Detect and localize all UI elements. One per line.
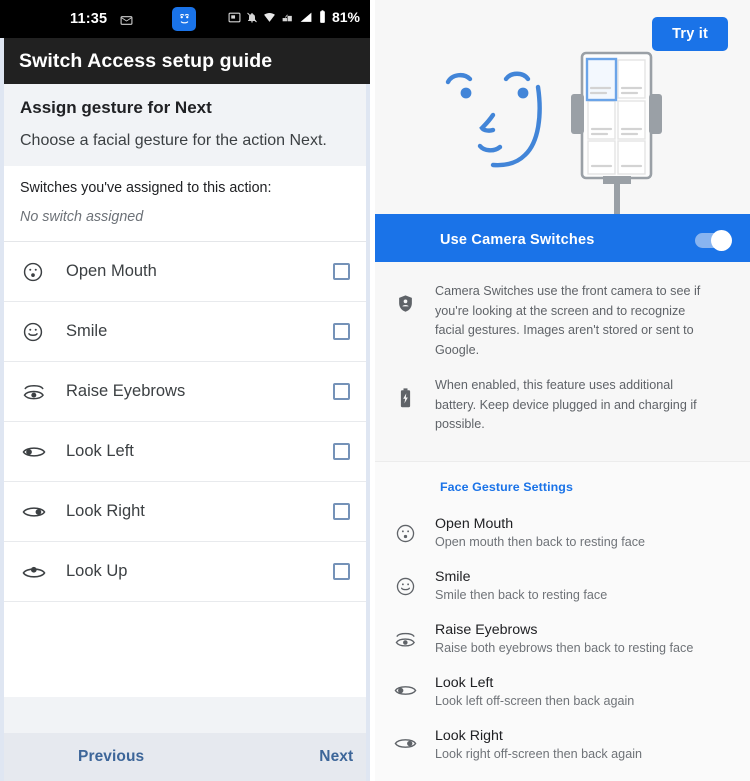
setting-desc: Smile then back to resting face <box>435 587 608 602</box>
status-bar-icons: 81% <box>228 9 360 25</box>
gesture-label: Open Mouth <box>66 262 157 280</box>
gesture-label: Look Left <box>66 442 134 460</box>
next-button[interactable]: Next <box>319 748 353 766</box>
use-camera-switches-label: Use Camera Switches <box>440 232 595 248</box>
info-block: Camera Switches use the front camera to … <box>375 262 750 462</box>
open-mouth-face-icon <box>22 261 56 283</box>
page-title: Switch Access setup guide <box>19 49 273 72</box>
setting-title: Look Right <box>435 727 503 744</box>
gesture-row-raise-eyebrows[interactable]: Raise Eyebrows <box>4 362 366 422</box>
setting-text: Smile Smile then back to resting face <box>435 569 732 602</box>
setting-text: Open Mouth Open mouth then back to resti… <box>435 516 732 549</box>
use-camera-switches-toggle[interactable] <box>695 229 732 251</box>
setting-row-smile[interactable]: Smile Smile then back to resting face <box>375 561 750 614</box>
shield-person-icon <box>375 282 435 360</box>
assign-gesture-heading: Assign gesture for Next <box>20 98 212 117</box>
gesture-checkbox[interactable] <box>333 443 350 460</box>
battery-icon <box>320 10 325 23</box>
section-title: Face Gesture Settings <box>440 479 573 494</box>
vpn-icon <box>282 14 292 21</box>
setting-title: Open Mouth <box>435 515 514 532</box>
gesture-row-open-mouth[interactable]: Open Mouth <box>4 242 366 302</box>
gesture-checkbox[interactable] <box>333 383 350 400</box>
battery-charging-icon <box>375 376 435 435</box>
gesture-checkbox[interactable] <box>333 503 350 520</box>
setting-title: Raise Eyebrows <box>435 621 538 638</box>
gesture-checkbox[interactable] <box>333 263 350 280</box>
use-camera-switches-row[interactable]: Use Camera Switches <box>375 218 750 262</box>
setting-text: Raise Eyebrows Raise both eyebrows then … <box>435 622 732 655</box>
setting-title: Smile <box>435 568 471 585</box>
left-panel-body: Assign gesture for Next Choose a facial … <box>0 84 370 781</box>
gesture-row-look-right[interactable]: Look Right <box>4 482 366 542</box>
gesture-checkbox[interactable] <box>333 323 350 340</box>
gesture-checkbox[interactable] <box>333 563 350 580</box>
gesture-row-look-left[interactable]: Look Left <box>4 422 366 482</box>
setting-row-look-up[interactable]: Look Up <box>375 773 750 781</box>
notifications-muted-icon <box>247 12 257 22</box>
gesture-label: Smile <box>66 322 108 340</box>
status-bar: 11:35 81% <box>0 0 370 38</box>
gesture-list: Open Mouth Smile Raise Eyebrows Look Lef… <box>4 241 366 697</box>
instruction-block: Assign gesture for Next Choose a facial … <box>4 84 366 166</box>
raise-eyebrows-eye-icon <box>22 381 56 403</box>
setting-title: Look Left <box>435 674 494 691</box>
info-text-privacy: Camera Switches use the front camera to … <box>435 284 701 357</box>
try-it-button[interactable]: Try it <box>652 17 728 51</box>
info-row-privacy: Camera Switches use the front camera to … <box>375 276 732 370</box>
app-bar: Switch Access setup guide <box>0 38 370 84</box>
hero-illustration-area: Try it <box>375 0 750 218</box>
face-gesture-icon <box>172 7 196 31</box>
assigned-switches-label: Switches you've assigned to this action: <box>20 180 272 196</box>
gesture-label: Look Up <box>66 562 128 580</box>
open-mouth-face-icon <box>375 516 435 544</box>
look-up-eye-icon <box>22 563 56 581</box>
assigned-switches-card: Switches you've assigned to this action:… <box>4 166 366 241</box>
signal-icon <box>300 12 312 22</box>
setting-desc: Open mouth then back to resting face <box>435 534 646 549</box>
gesture-label: Raise Eyebrows <box>66 382 186 400</box>
right-phone-screenshot: Try it Use Camera Switches Camera Switch… <box>375 0 750 781</box>
info-row-battery: When enabled, this feature uses addition… <box>375 370 732 445</box>
toggle-knob <box>711 229 732 251</box>
setting-row-look-left[interactable]: Look Left Look left off-screen then back… <box>375 667 750 720</box>
gesture-row-look-up[interactable]: Look Up <box>4 542 366 602</box>
setting-text: Look Right Look right off-screen then ba… <box>435 728 732 761</box>
left-phone-screenshot: 11:35 81% Switch Access setup guide Assi… <box>0 0 370 781</box>
setting-text: Look Left Look left off-screen then back… <box>435 675 732 708</box>
look-left-eye-icon <box>22 443 56 461</box>
gesture-row-smile[interactable]: Smile <box>4 302 366 362</box>
screenshot-canvas: 11:35 81% Switch Access setup guide Assi… <box>0 0 750 781</box>
look-left-eye-icon <box>375 675 435 699</box>
setting-row-raise-eyebrows[interactable]: Raise Eyebrows Raise both eyebrows then … <box>375 614 750 667</box>
setting-row-look-right[interactable]: Look Right Look right off-screen then ba… <box>375 720 750 773</box>
screenshot-icon <box>228 12 241 22</box>
look-right-eye-icon <box>375 728 435 752</box>
setting-desc: Look right off-screen then back again <box>435 746 642 761</box>
battery-percent-label: 81% <box>331 9 360 25</box>
list-filler <box>4 602 366 697</box>
wifi-icon <box>264 12 275 22</box>
smile-face-icon <box>22 321 56 343</box>
setting-desc: Raise both eyebrows then back to resting… <box>435 640 694 655</box>
gesture-label: Look Right <box>66 502 145 520</box>
previous-button[interactable]: Previous <box>78 748 144 766</box>
setting-row-open-mouth[interactable]: Open Mouth Open mouth then back to resti… <box>375 508 750 561</box>
look-right-eye-icon <box>22 503 56 521</box>
info-text-battery: When enabled, this feature uses addition… <box>435 378 697 432</box>
wizard-footer: Previous Next <box>0 733 370 781</box>
assigned-switches-value: No switch assigned <box>20 209 144 225</box>
message-icon <box>120 14 133 32</box>
status-bar-clock: 11:35 <box>70 11 108 27</box>
raise-eyebrows-eye-icon <box>375 622 435 650</box>
assign-gesture-subheading: Choose a facial gesture for the action N… <box>20 132 327 149</box>
face-gesture-settings-section: Face Gesture Settings Open Mouth Open mo… <box>375 461 750 781</box>
setting-desc: Look left off-screen then back again <box>435 693 635 708</box>
smile-face-icon <box>375 569 435 597</box>
